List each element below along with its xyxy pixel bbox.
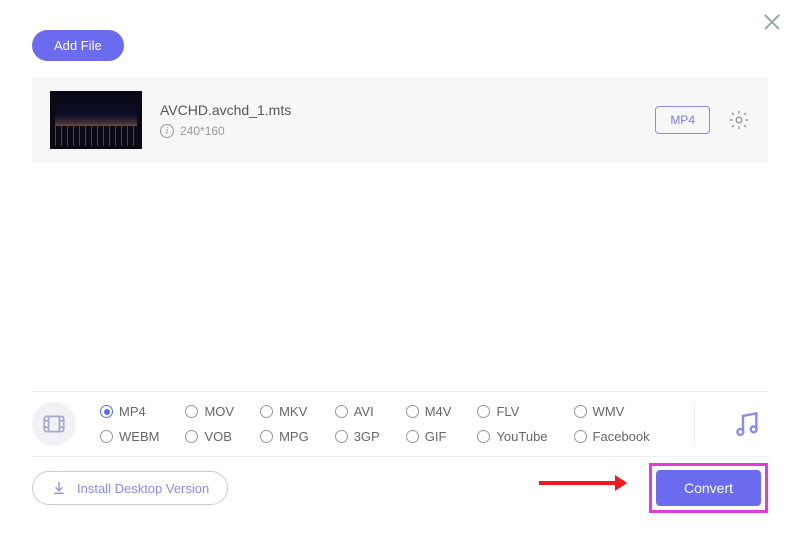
annotation-arrow xyxy=(539,481,617,485)
file-resolution: 240*160 xyxy=(180,124,225,138)
format-option-gif[interactable]: GIF xyxy=(406,429,452,444)
annotation-highlight: Convert xyxy=(649,463,768,513)
format-option-mkv[interactable]: MKV xyxy=(260,404,309,419)
file-info: AVCHD.avchd_1.mts i 240*160 xyxy=(160,102,637,138)
audio-tab-icon[interactable] xyxy=(731,408,763,440)
format-option-wmv[interactable]: WMV xyxy=(574,404,650,419)
convert-button[interactable]: Convert xyxy=(656,470,761,506)
format-option-mpg[interactable]: MPG xyxy=(260,429,309,444)
download-icon xyxy=(51,480,67,496)
format-option-vob[interactable]: VOB xyxy=(185,429,234,444)
format-option-webm[interactable]: WEBM xyxy=(100,429,159,444)
format-option-mp4[interactable]: MP4 xyxy=(100,404,159,419)
format-option-mov[interactable]: MOV xyxy=(185,404,234,419)
file-meta: i 240*160 xyxy=(160,124,637,138)
format-option-youtube[interactable]: YouTube xyxy=(477,429,547,444)
vertical-divider xyxy=(694,402,695,446)
video-tab-icon[interactable] xyxy=(32,402,76,446)
file-row: AVCHD.avchd_1.mts i 240*160 MP4 xyxy=(32,77,768,163)
format-option-flv[interactable]: FLV xyxy=(477,404,547,419)
format-option-m4v[interactable]: M4V xyxy=(406,404,452,419)
video-thumbnail[interactable] xyxy=(50,91,142,149)
add-file-button[interactable]: Add File xyxy=(32,30,124,61)
install-desktop-label: Install Desktop Version xyxy=(77,481,209,496)
output-format-badge[interactable]: MP4 xyxy=(655,106,710,134)
gear-icon[interactable] xyxy=(728,109,750,131)
file-name: AVCHD.avchd_1.mts xyxy=(160,102,637,118)
format-option-3gp[interactable]: 3GP xyxy=(335,429,380,444)
info-icon[interactable]: i xyxy=(160,124,174,138)
format-option-avi[interactable]: AVI xyxy=(335,404,380,419)
footer: Install Desktop Version Convert xyxy=(32,463,768,513)
format-option-facebook[interactable]: Facebook xyxy=(574,429,650,444)
footer-right: Convert xyxy=(649,463,768,513)
format-options: MP4 MOV MKV AVI M4V FLV WMV WEBM VOB MPG… xyxy=(100,404,650,444)
install-desktop-button[interactable]: Install Desktop Version xyxy=(32,471,228,505)
close-icon[interactable] xyxy=(762,12,782,32)
format-panel: MP4 MOV MKV AVI M4V FLV WMV WEBM VOB MPG… xyxy=(32,391,768,457)
